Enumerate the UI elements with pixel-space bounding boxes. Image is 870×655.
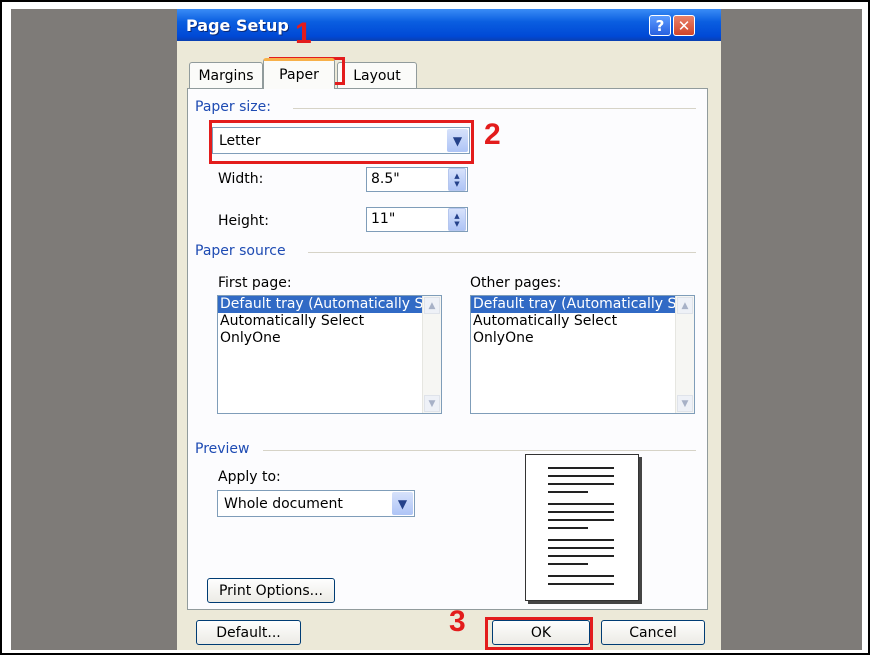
callout-box-3	[485, 617, 593, 650]
preview-heading: Preview	[195, 441, 250, 457]
other-pages-listbox[interactable]: Default tray (Automatically S Automatica…	[470, 295, 695, 414]
list-item[interactable]: Automatically Select	[471, 313, 694, 330]
tab-layout[interactable]: Layout	[337, 62, 417, 88]
text-line	[548, 583, 614, 585]
height-value: 11"	[371, 211, 396, 227]
callout-number-2: 2	[484, 118, 501, 151]
callout-number-1: 1	[295, 17, 312, 50]
width-spin-icon[interactable]: ▲ ▼	[448, 168, 466, 191]
text-line	[548, 547, 614, 549]
text-line	[548, 519, 614, 521]
width-value: 8.5"	[371, 171, 400, 187]
close-button[interactable]: ✕	[673, 15, 695, 36]
default-button[interactable]: Default...	[196, 620, 301, 645]
chevron-down-icon[interactable]: ▼	[424, 395, 440, 412]
list-item[interactable]: Default tray (Automatically S	[471, 296, 675, 313]
chevron-down-icon[interactable]: ▼	[392, 492, 413, 515]
text-line	[548, 575, 614, 577]
paper-size-heading: Paper size:	[195, 99, 271, 115]
chevron-down-icon[interactable]: ▼	[677, 395, 693, 412]
text-line	[548, 527, 588, 529]
paper-source-heading: Paper source	[195, 243, 286, 259]
tab-paper[interactable]: Paper	[263, 58, 335, 89]
section-divider	[263, 450, 696, 451]
section-divider	[308, 252, 696, 253]
section-divider	[293, 108, 696, 109]
width-label: Width:	[218, 171, 264, 187]
text-line	[548, 511, 614, 513]
callout-number-3: 3	[449, 605, 466, 638]
screenshot-frame: Page Setup ? ✕ Margins Paper Layout Pape…	[0, 0, 870, 655]
list-item[interactable]: OnlyOne	[218, 330, 441, 347]
first-page-label: First page:	[218, 275, 292, 291]
help-button[interactable]: ?	[649, 15, 671, 36]
first-page-listbox[interactable]: Default tray (Automatically S Automatica…	[217, 295, 442, 414]
text-line	[548, 555, 614, 557]
text-line	[548, 539, 614, 541]
height-field[interactable]: 11" ▲ ▼	[366, 207, 468, 232]
tab-margins[interactable]: Margins	[189, 62, 263, 88]
list-item[interactable]: OnlyOne	[471, 330, 694, 347]
title-bar[interactable]: Page Setup ? ✕	[177, 9, 721, 41]
scrollbar[interactable]: ▲ ▼	[422, 296, 441, 413]
apply-to-label: Apply to:	[218, 469, 281, 485]
apply-to-value: Whole document	[224, 496, 343, 512]
other-pages-label: Other pages:	[470, 275, 562, 291]
text-line	[548, 503, 614, 505]
width-field[interactable]: 8.5" ▲ ▼	[366, 167, 468, 192]
list-item[interactable]: Default tray (Automatically S	[218, 296, 422, 313]
text-line	[548, 563, 588, 565]
height-spin-icon[interactable]: ▲ ▼	[448, 208, 466, 231]
page-setup-dialog: Page Setup ? ✕ Margins Paper Layout Pape…	[177, 9, 721, 650]
scrollbar[interactable]: ▲ ▼	[675, 296, 694, 413]
height-label: Height:	[218, 213, 269, 229]
dialog-title: Page Setup	[186, 16, 289, 35]
cancel-button[interactable]: Cancel	[601, 620, 705, 645]
list-item[interactable]: Automatically Select	[218, 313, 441, 330]
text-line	[548, 491, 588, 493]
text-line	[548, 475, 614, 477]
callout-box-2	[209, 120, 474, 164]
page-preview-thumbnail	[525, 454, 639, 601]
text-line	[548, 483, 614, 485]
chevron-up-icon[interactable]: ▲	[677, 297, 693, 314]
text-line	[548, 467, 614, 469]
chevron-up-icon[interactable]: ▲	[424, 297, 440, 314]
print-options-button[interactable]: Print Options...	[207, 578, 335, 603]
apply-to-select[interactable]: Whole document ▼	[217, 490, 415, 517]
